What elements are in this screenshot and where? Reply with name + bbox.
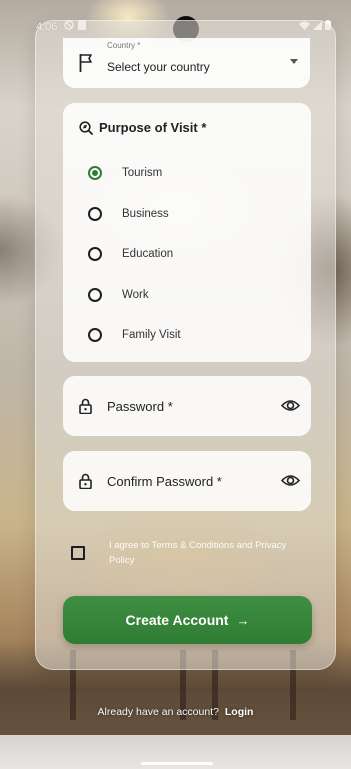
terms-row: I agree to Terms & Conditions and Privac… <box>71 534 311 574</box>
create-account-label: Create Account <box>125 612 229 628</box>
radio-button[interactable] <box>88 166 102 181</box>
login-link[interactable]: Login <box>225 706 254 718</box>
chevron-down-icon <box>290 59 298 64</box>
radio-button[interactable] <box>88 287 102 302</box>
radio-label: Business <box>122 207 169 220</box>
explore-icon <box>79 120 93 135</box>
radio-label: Tourism <box>122 167 163 180</box>
password-field[interactable]: Password * <box>63 376 311 436</box>
flag-icon <box>79 54 92 72</box>
terms-text[interactable]: I agree to Terms & Conditions and Privac… <box>109 538 304 568</box>
radio-option-tourism[interactable]: Tourism <box>88 153 181 194</box>
purpose-of-visit-panel: Purpose of Visit * Tourism Business Educ… <box>63 103 311 362</box>
eye-icon[interactable] <box>281 398 300 413</box>
login-prompt-text: Already have an account? <box>97 706 219 718</box>
radio-option-work[interactable]: Work <box>88 275 181 316</box>
purpose-title: Purpose of Visit * <box>99 120 207 135</box>
registration-card: Country * Select your country Purpose of… <box>35 20 336 670</box>
lock-icon <box>79 398 92 414</box>
lock-icon <box>79 473 92 489</box>
home-indicator[interactable] <box>141 762 213 765</box>
country-floating-label: Country * <box>107 41 141 50</box>
radio-option-business[interactable]: Business <box>88 194 181 235</box>
radio-option-education[interactable]: Education <box>88 234 181 275</box>
confirm-password-field[interactable]: Confirm Password * <box>63 451 311 511</box>
purpose-radio-group: Tourism Business Education Work Family V… <box>88 153 181 356</box>
radio-option-family-visit[interactable]: Family Visit <box>88 315 181 356</box>
radio-button[interactable] <box>88 206 102 221</box>
eye-icon[interactable] <box>281 473 300 488</box>
terms-checkbox[interactable] <box>71 546 85 560</box>
radio-label: Work <box>122 288 149 301</box>
create-account-button[interactable]: Create Account → <box>63 596 312 644</box>
country-dropdown[interactable]: Country * Select your country <box>63 38 310 88</box>
confirm-password-label: Confirm Password * <box>107 474 222 489</box>
radio-button[interactable] <box>88 328 102 343</box>
radio-label: Education <box>122 248 174 261</box>
password-label: Password * <box>107 399 173 414</box>
arrow-right-icon: → <box>236 612 250 628</box>
login-prompt-row: Already have an account? Login <box>0 706 351 718</box>
radio-button[interactable] <box>88 247 102 262</box>
country-value: Select your country <box>107 60 210 74</box>
purpose-header: Purpose of Visit * <box>79 120 206 135</box>
radio-label: Family Visit <box>122 329 181 342</box>
